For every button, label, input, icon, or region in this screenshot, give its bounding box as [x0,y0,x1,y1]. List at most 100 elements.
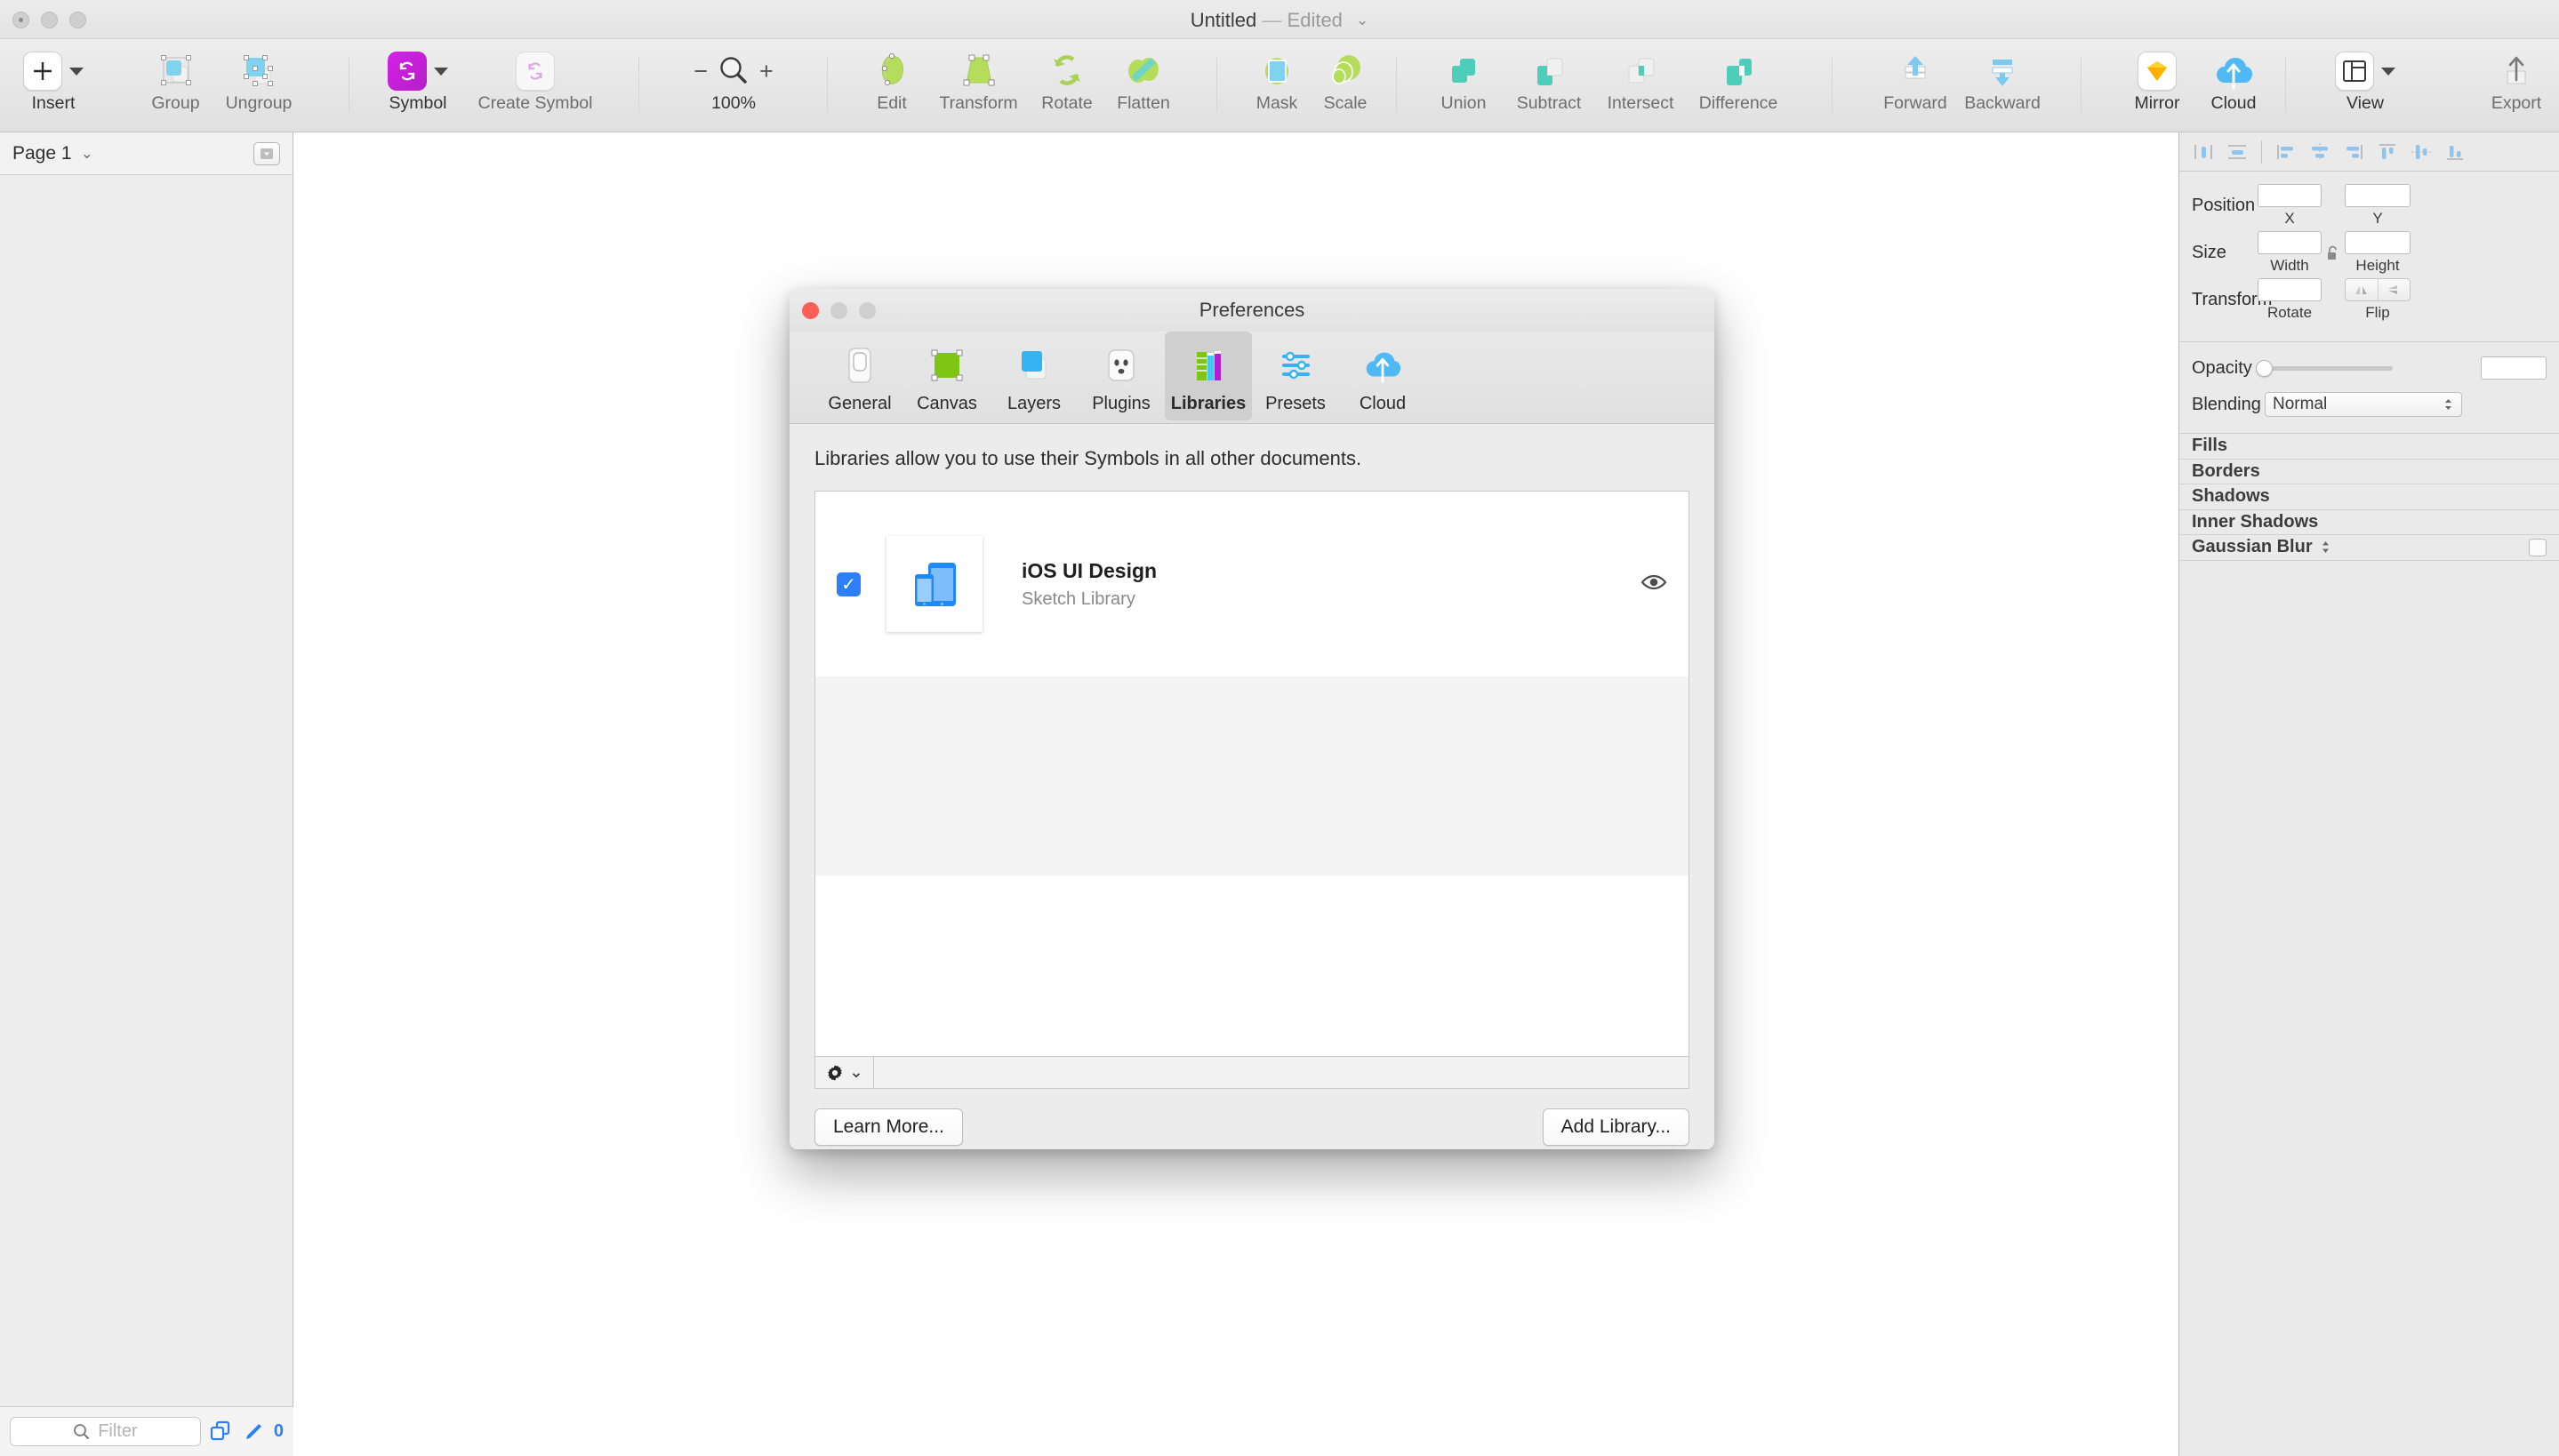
size-width-input[interactable] [2258,231,2322,254]
toolbar-subtract[interactable]: Subtract [1501,46,1597,114]
align-right-icon[interactable] [2337,137,2370,167]
library-row-empty [815,676,1689,776]
preferences-minimize-button[interactable] [830,302,847,319]
size-height-input[interactable] [2345,231,2411,254]
toolbar-view[interactable]: View [2316,46,2414,114]
position-y-input[interactable] [2345,184,2411,207]
blending-select[interactable]: Normal [2265,392,2462,417]
toolbar-rotate[interactable]: Rotate [1027,46,1107,114]
page-selector[interactable]: Page 1 ⌄ [12,143,93,164]
chevron-down-icon[interactable] [2381,68,2395,76]
flip-buttons[interactable] [2345,278,2411,301]
accordion-gaussian-blur[interactable]: Gaussian Blur [2179,535,2559,561]
flip-horizontal-icon[interactable] [2346,279,2378,300]
toolbar-flatten[interactable]: Flatten [1103,46,1184,114]
document-title: Untitled — Edited ⌄ [0,9,2559,32]
gaussian-blur-label: Gaussian Blur [2192,537,2313,557]
page-list-icon[interactable] [253,142,280,165]
distribute-horizontally-icon[interactable] [2186,137,2220,167]
library-subtitle: Sketch Library [1022,589,1157,610]
gaussian-blur-checkbox[interactable] [2529,539,2547,556]
edit-icon [869,49,915,93]
toolbar-scale-label: Scale [1311,93,1380,114]
size-width-sublabel: Width [2270,257,2308,275]
toolbar-group[interactable]: Group [133,46,218,114]
toolbar-insert[interactable]: Insert [9,46,98,114]
toolbar-cloud[interactable]: Cloud [2193,46,2274,114]
rotate-input[interactable] [2258,278,2322,301]
toolbar-scale[interactable]: Scale [1311,46,1380,114]
tab-layers[interactable]: Layers [991,332,1078,420]
tab-canvas-label: Canvas [917,394,977,420]
chevron-down-icon[interactable]: ⌄ [1356,12,1368,29]
chevron-down-icon[interactable] [434,68,448,76]
toolbar-edit[interactable]: Edit [864,46,919,114]
eye-icon[interactable] [1640,572,1667,596]
tab-libraries[interactable]: Libraries [1165,332,1252,420]
toolbar-view-label: View [2316,93,2414,114]
tab-plugins[interactable]: Plugins [1078,332,1165,420]
align-left-icon[interactable] [2269,137,2303,167]
selection-count: 0 [274,1421,284,1442]
distribute-vertically-icon[interactable] [2220,137,2254,167]
layer-list[interactable] [0,175,293,1364]
export-icon [2496,50,2537,92]
toolbar-ungroup[interactable]: Ungroup [210,46,308,114]
size-label: Size [2179,243,2258,263]
toolbar-backward[interactable]: Backward [1949,46,2056,114]
opacity-slider-knob[interactable] [2256,360,2273,377]
page-selector-row[interactable]: Page 1 ⌄ [0,132,293,175]
toolbar-create-symbol[interactable]: Create Symbol [455,46,615,114]
accordion-inner-shadows[interactable]: Inner Shadows [2179,510,2559,536]
position-x-input[interactable] [2258,184,2322,207]
zoom-out-button[interactable]: − [694,58,708,85]
align-center-vertical-icon[interactable] [2404,137,2438,167]
opacity-slider[interactable] [2258,366,2393,371]
tab-general[interactable]: General [816,332,903,420]
position-y-group: Y [2345,184,2411,228]
add-library-button[interactable]: Add Library... [1543,1108,1689,1146]
page-name-label: Page 1 [12,143,72,164]
toolbar-mirror[interactable]: Mirror [2116,46,2198,114]
align-center-horizontal-icon[interactable] [2303,137,2337,167]
aspect-lock-button[interactable] [2322,245,2345,261]
library-enabled-checkbox[interactable]: ✓ [837,572,861,596]
learn-more-button[interactable]: Learn More... [814,1108,963,1146]
toolbar-export[interactable]: Export [2474,46,2559,114]
gear-icon[interactable]: ⌄ [815,1057,874,1088]
libraries-list[interactable]: ✓ iOS UI Design Sketch Library [814,491,1689,1056]
tab-presets[interactable]: Presets [1252,332,1339,420]
toolbar-mask[interactable]: Mask [1245,46,1309,114]
library-row[interactable]: ✓ iOS UI Design Sketch Library [815,492,1689,676]
rotate-icon [1044,49,1090,93]
flip-vertical-icon[interactable] [2379,279,2411,300]
search-placeholder: Filter [98,1421,137,1442]
align-bottom-icon[interactable] [2438,137,2472,167]
tab-cloud[interactable]: Cloud [1339,332,1426,420]
toolbar-transform[interactable]: Transform [923,46,1034,114]
tab-canvas[interactable]: Canvas [903,332,991,420]
accordion-borders[interactable]: Borders [2179,460,2559,485]
transform-label: Transform [2179,290,2258,310]
align-top-icon[interactable] [2370,137,2404,167]
toolbar-union[interactable]: Union [1426,46,1501,114]
accordion-fills[interactable]: Fills [2179,434,2559,460]
toolbar-forward[interactable]: Forward [1869,46,1961,114]
toolbar-difference[interactable]: Difference [1686,46,1791,114]
accordion-shadows[interactable]: Shadows [2179,484,2559,510]
preferences-traffic-lights [802,302,876,319]
presets-sliders-icon [1273,339,1318,392]
zoom-in-button[interactable]: + [759,58,774,85]
opacity-input[interactable] [2481,356,2547,380]
toolbar-symbol[interactable]: Symbol [373,46,462,114]
toolbar-zoom[interactable]: − + 100% [676,46,791,114]
preferences-maximize-button[interactable] [859,302,876,319]
search-input[interactable]: Filter [10,1417,201,1446]
borders-label: Borders [2192,461,2260,482]
appearance-section: Opacity Blending Normal [2179,342,2559,434]
toolbar-group-label: Group [133,93,218,114]
chevron-down-icon[interactable] [69,68,84,76]
toolbar-intersect[interactable]: Intersect [1592,46,1689,114]
tab-libraries-label: Libraries [1171,394,1246,420]
preferences-close-button[interactable] [802,302,819,319]
